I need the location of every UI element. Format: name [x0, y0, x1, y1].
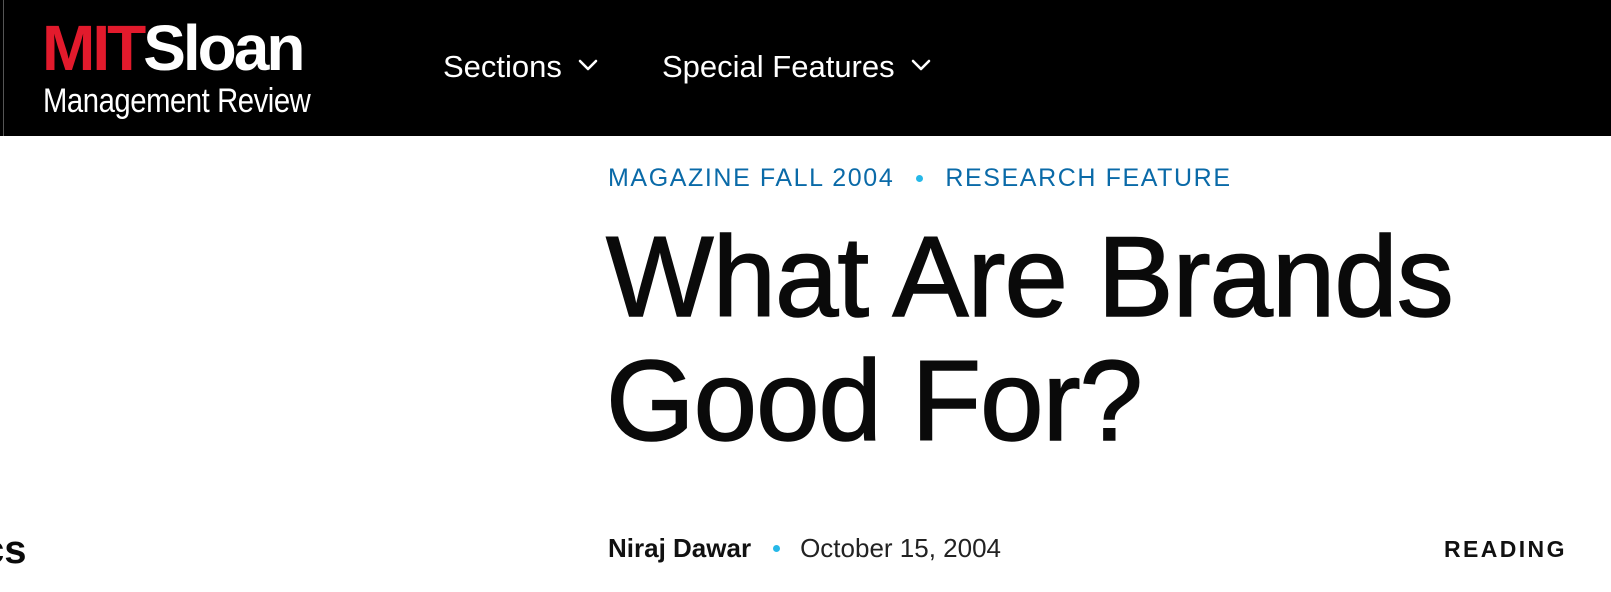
article-byline: Niraj Dawar October 15, 2004 — [608, 530, 1001, 566]
logo-subtitle: Management Review — [43, 82, 311, 120]
nav-sections-menu[interactable]: Sections — [443, 46, 600, 88]
logo-sloan: Sloan — [143, 12, 305, 84]
site-header: MITSloan Management Review Sections Spec… — [0, 0, 1611, 136]
nav-special-features-label: Special Features — [662, 49, 895, 84]
reading-time-label: READING — [1444, 535, 1567, 562]
issue-link[interactable]: MAGAZINE FALL 2004 — [608, 164, 894, 193]
nav-sections-label: Sections — [443, 49, 562, 84]
publish-date: October 15, 2004 — [800, 532, 1001, 563]
sidebar-heading-fragment: cs — [0, 528, 27, 572]
author-link[interactable]: Niraj Dawar — [608, 533, 751, 564]
article-title: What Are Brands Good For? — [605, 214, 1596, 465]
article-kicker: MAGAZINE FALL 2004 RESEARCH FEATURE — [608, 160, 1232, 196]
separator-dot — [916, 174, 924, 182]
chevron-down-icon — [576, 53, 600, 77]
header-left-divider — [0, 0, 4, 136]
chevron-down-icon — [909, 53, 933, 77]
separator-dot — [773, 544, 781, 552]
article-type-link[interactable]: RESEARCH FEATURE — [945, 164, 1231, 193]
logo-mit: MIT — [42, 12, 146, 84]
site-logo[interactable]: MITSloan Management Review — [42, 16, 362, 120]
nav-special-features-menu[interactable]: Special Features — [662, 46, 933, 88]
article-title-line-2: Good For? — [605, 338, 1143, 465]
logo-wordmark: MITSloan — [42, 16, 305, 80]
article-title-line-1: What Are Brands — [605, 214, 1454, 341]
